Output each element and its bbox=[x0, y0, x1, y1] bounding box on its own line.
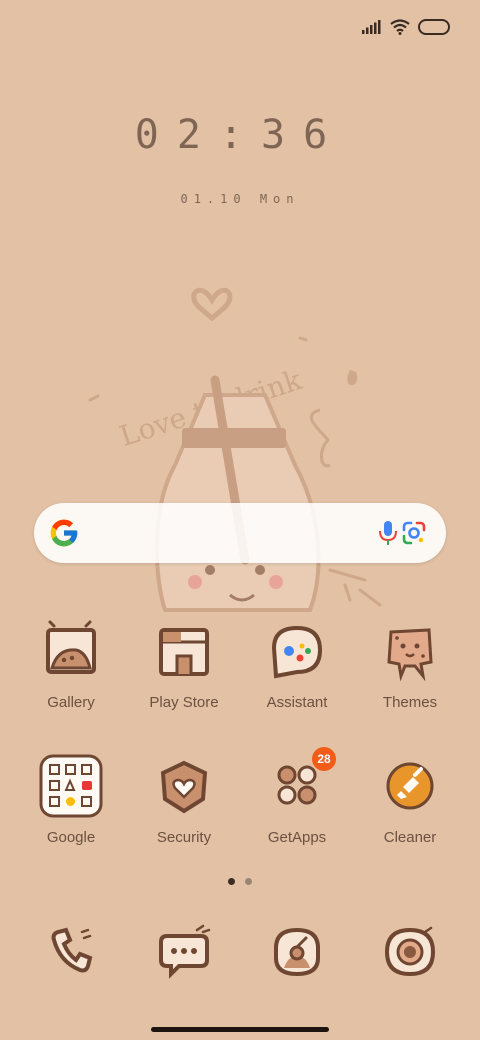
getapps-icon[interactable]: 28 bbox=[262, 747, 336, 823]
wifi-icon bbox=[390, 19, 410, 35]
dock-camera[interactable] bbox=[355, 918, 465, 988]
app-label: Google bbox=[46, 829, 96, 846]
play-store-icon[interactable] bbox=[149, 618, 219, 688]
cleaner-icon[interactable] bbox=[375, 753, 445, 823]
app-label: Security bbox=[156, 829, 212, 846]
app-label: Gallery bbox=[47, 694, 95, 711]
themes-icon[interactable] bbox=[375, 618, 445, 688]
app-assistant[interactable]: Assistant bbox=[242, 618, 352, 711]
page-dot[interactable] bbox=[245, 878, 252, 885]
dock-browser[interactable] bbox=[242, 918, 352, 988]
assistant-icon[interactable] bbox=[262, 618, 332, 688]
phone-icon[interactable] bbox=[36, 918, 106, 988]
google-lens-icon[interactable] bbox=[400, 519, 428, 547]
app-label: Themes bbox=[382, 694, 438, 711]
dock-phone[interactable] bbox=[16, 918, 126, 988]
app-google-folder[interactable]: Google bbox=[16, 753, 126, 846]
app-label: GetApps bbox=[267, 829, 327, 846]
app-label: Play Store bbox=[149, 694, 219, 711]
status-bar bbox=[362, 16, 450, 38]
google-g-icon[interactable] bbox=[48, 517, 80, 549]
battery-icon bbox=[418, 19, 450, 35]
app-label: Cleaner bbox=[383, 829, 437, 846]
browser-icon[interactable] bbox=[262, 918, 332, 988]
app-play-store[interactable]: Play Store bbox=[129, 618, 239, 711]
app-getapps[interactable]: 28 GetApps bbox=[242, 747, 352, 846]
home-gesture-bar[interactable] bbox=[151, 1027, 329, 1032]
security-icon[interactable] bbox=[149, 753, 219, 823]
signal-icon bbox=[362, 20, 381, 34]
app-security[interactable]: Security bbox=[129, 753, 239, 846]
google-search-bar[interactable] bbox=[34, 503, 446, 563]
gallery-icon[interactable] bbox=[36, 618, 106, 688]
dock-messages[interactable] bbox=[129, 918, 239, 988]
lockscreen-clock[interactable]: 02:36 bbox=[0, 112, 480, 158]
app-themes[interactable]: Themes bbox=[355, 618, 465, 711]
app-gallery[interactable]: Gallery bbox=[16, 618, 126, 711]
wallpaper-illustration: Love to drink bbox=[88, 287, 382, 612]
mic-icon[interactable] bbox=[376, 519, 400, 547]
lockscreen-date: 01.10 Mon bbox=[180, 192, 300, 206]
page-dot-active[interactable] bbox=[228, 878, 235, 885]
camera-icon[interactable] bbox=[375, 918, 445, 988]
notification-badge: 28 bbox=[312, 747, 336, 771]
app-label: Assistant bbox=[266, 694, 328, 711]
google-folder-icon[interactable] bbox=[36, 753, 106, 823]
app-cleaner[interactable]: Cleaner bbox=[355, 753, 465, 846]
messages-icon[interactable] bbox=[149, 918, 219, 988]
page-indicator[interactable] bbox=[0, 878, 480, 885]
